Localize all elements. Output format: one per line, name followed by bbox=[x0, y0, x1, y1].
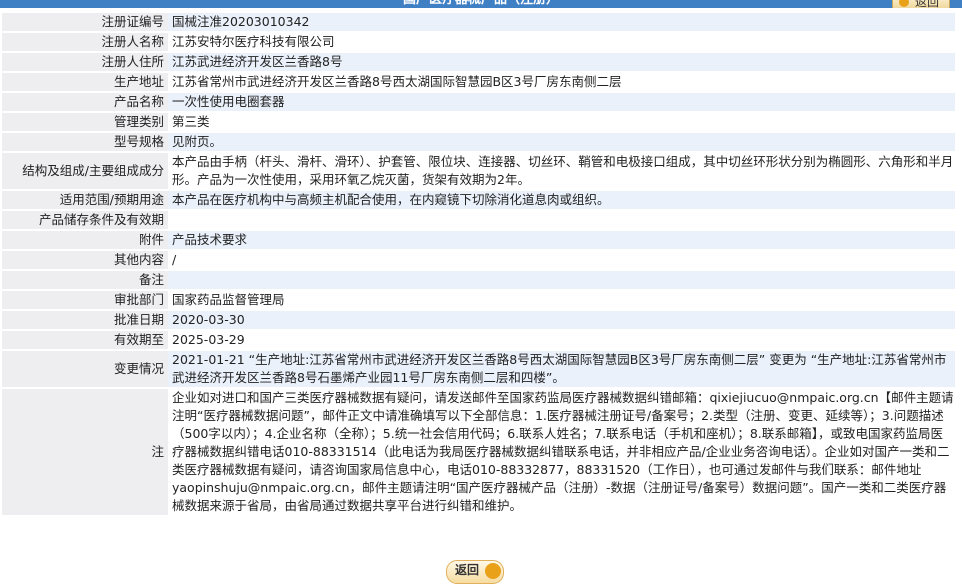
table-row: 有效期至 2025-03-29 bbox=[2, 331, 955, 349]
table-row: 注册人名称 江苏安特尔医疗科技有限公司 bbox=[2, 33, 955, 51]
table-row: 审批部门 国家药品监督管理局 bbox=[2, 291, 955, 309]
field-label: 产品名称 bbox=[2, 93, 168, 111]
field-value-approval-date: 2020-03-30 bbox=[168, 311, 955, 329]
field-label: 注册证编号 bbox=[2, 13, 168, 31]
table-row: 型号规格 见附页。 bbox=[2, 133, 955, 151]
table-row: 其他内容 / bbox=[2, 251, 955, 269]
field-value-registrant-name: 江苏安特尔医疗科技有限公司 bbox=[168, 33, 955, 51]
field-value-production-address: 江苏省常州市武进经济开发区兰香路8号西太湖国际智慧园B区3号厂房东南侧二层 bbox=[168, 73, 955, 91]
field-label: 备注 bbox=[2, 271, 168, 289]
field-value-changes: 2021-01-21 “生产地址:江苏省常州市武进经济开发区兰香路8号西太湖国际… bbox=[168, 351, 955, 387]
field-value-storage bbox=[168, 211, 955, 229]
field-label: 注册人住所 bbox=[2, 53, 168, 71]
table-row: 备注 bbox=[2, 271, 955, 289]
field-value-attachment: 产品技术要求 bbox=[168, 231, 955, 249]
field-label: 附件 bbox=[2, 231, 168, 249]
back-button-bottom[interactable]: 返回 bbox=[446, 560, 504, 584]
detail-table: 注册证编号 国械注准20203010342 注册人名称 江苏安特尔医疗科技有限公… bbox=[2, 11, 955, 517]
table-row: 注册证编号 国械注准20203010342 bbox=[2, 13, 955, 31]
field-label: 批准日期 bbox=[2, 311, 168, 329]
field-value-valid-until: 2025-03-29 bbox=[168, 331, 955, 349]
back-button-bottom-label: 返回 bbox=[455, 563, 480, 577]
field-label: 管理类别 bbox=[2, 113, 168, 131]
field-value-registration-number: 国械注准20203010342 bbox=[168, 13, 955, 31]
field-label: 注册人名称 bbox=[2, 33, 168, 51]
table-row: 产品名称 一次性使用电圈套器 bbox=[2, 93, 955, 111]
field-label: 型号规格 bbox=[2, 133, 168, 151]
field-value-remarks bbox=[168, 271, 955, 289]
back-arrow-icon bbox=[485, 563, 501, 579]
table-row: 管理类别 第三类 bbox=[2, 113, 955, 131]
field-value-other: / bbox=[168, 251, 955, 269]
field-value-product-name: 一次性使用电圈套器 bbox=[168, 93, 955, 111]
back-arrow-icon bbox=[898, 0, 909, 7]
field-label: 变更情况 bbox=[2, 351, 168, 387]
back-button-label: 返回 bbox=[914, 0, 939, 8]
field-value-approval-dept: 国家药品监督管理局 bbox=[168, 291, 955, 309]
field-value-management-class: 第三类 bbox=[168, 113, 955, 131]
field-value-model-spec: 见附页。 bbox=[168, 133, 955, 151]
field-label: 有效期至 bbox=[2, 331, 168, 349]
note-text: 企业如对进口和国产三类医疗器械数据有疑问，请发送邮件至国家药监局医疗器械数据纠错… bbox=[168, 389, 955, 515]
table-row: 批准日期 2020-03-30 bbox=[2, 311, 955, 329]
table-row: 变更情况 2021-01-21 “生产地址:江苏省常州市武进经济开发区兰香路8号… bbox=[2, 351, 955, 387]
field-value-composition: 本产品由手柄（杆头、滑杆、滑环）、护套管、限位块、连接器、切丝环、鞘管和电极接口… bbox=[168, 153, 955, 189]
field-value-registrant-address: 江苏武进经济开发区兰香路8号 bbox=[168, 53, 955, 71]
table-row: 产品储存条件及有效期 bbox=[2, 211, 955, 229]
page-title: 国产医疗器械产品（注册） bbox=[0, 0, 962, 8]
field-label: 审批部门 bbox=[2, 291, 168, 309]
field-label: 结构及组成/主要组成成分 bbox=[2, 153, 168, 189]
note-label: 注 bbox=[2, 389, 168, 515]
table-row: 附件 产品技术要求 bbox=[2, 231, 955, 249]
back-button-top[interactable]: 返回 bbox=[891, 0, 950, 8]
table-row: 注册人住所 江苏武进经济开发区兰香路8号 bbox=[2, 53, 955, 71]
table-row: 结构及组成/主要组成成分 本产品由手柄（杆头、滑杆、滑环）、护套管、限位块、连接… bbox=[2, 153, 955, 189]
field-label: 适用范围/预期用途 bbox=[2, 191, 168, 209]
field-label: 生产地址 bbox=[2, 73, 168, 91]
table-row: 适用范围/预期用途 本产品在医疗机构中与高频主机配合使用，在内窥镜下切除消化道息… bbox=[2, 191, 955, 209]
field-label: 产品储存条件及有效期 bbox=[2, 211, 168, 229]
field-label: 其他内容 bbox=[2, 251, 168, 269]
table-row: 生产地址 江苏省常州市武进经济开发区兰香路8号西太湖国际智慧园B区3号厂房东南侧… bbox=[2, 73, 955, 91]
table-row: 注 企业如对进口和国产三类医疗器械数据有疑问，请发送邮件至国家药监局医疗器械数据… bbox=[2, 389, 955, 515]
field-value-intended-use: 本产品在医疗机构中与高频主机配合使用，在内窥镜下切除消化道息肉或组织。 bbox=[168, 191, 955, 209]
page-header-bar: 国产医疗器械产品（注册） 返回 bbox=[0, 0, 962, 8]
